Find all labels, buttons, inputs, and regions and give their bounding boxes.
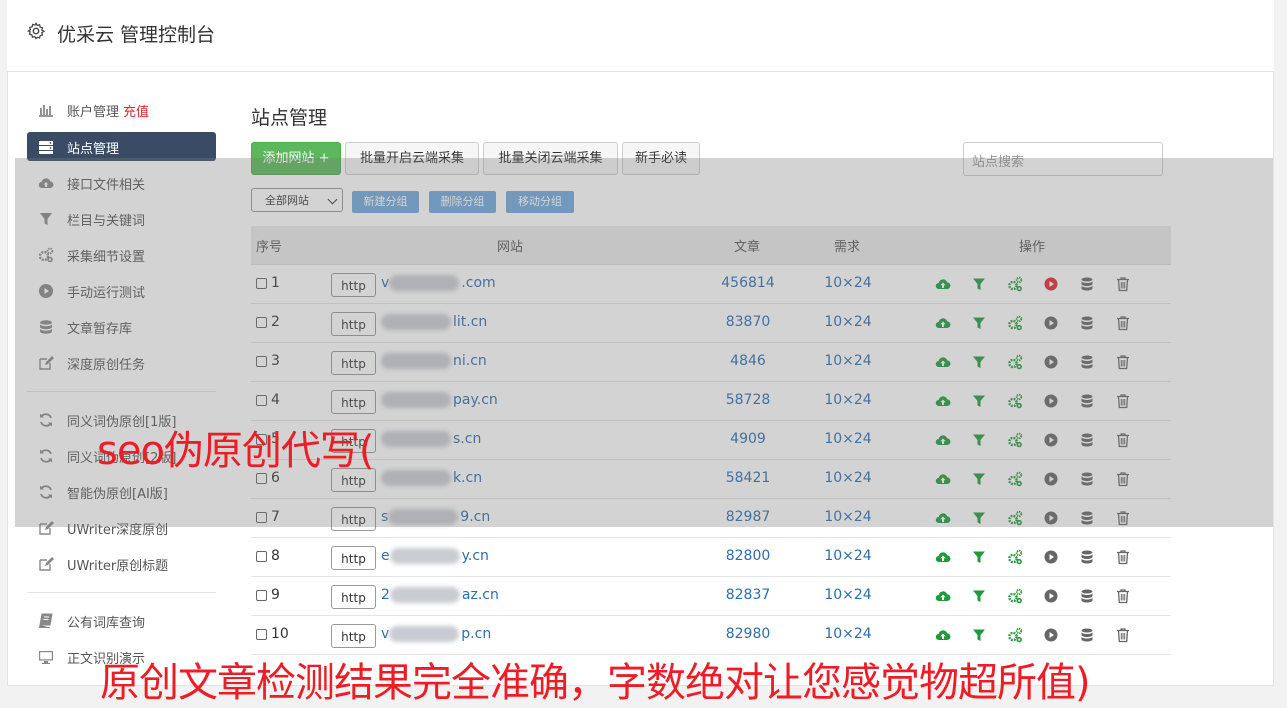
sidebar-item-public-lexicon[interactable]: 公有词库查询 xyxy=(27,606,216,635)
redacted-blur xyxy=(389,548,460,564)
filter-icon[interactable] xyxy=(971,627,987,643)
top-header: 优采云 管理控制台 xyxy=(7,0,1274,72)
article-count-link[interactable]: 82980 xyxy=(721,626,775,642)
protocol-select[interactable]: http xyxy=(331,546,376,570)
book-icon xyxy=(38,613,53,628)
cloud-upload-icon[interactable] xyxy=(935,549,951,565)
cogs-icon[interactable] xyxy=(1007,627,1023,643)
row-checkbox[interactable] xyxy=(256,629,267,640)
site-name-prefix: e xyxy=(381,548,390,564)
sidebar-item-label: 账户管理 xyxy=(67,105,120,120)
trash-icon[interactable] xyxy=(1115,588,1131,604)
cloud-upload-icon[interactable] xyxy=(935,627,951,643)
sidebar-item-label: UWriter原创标题 xyxy=(67,559,169,574)
cogs-icon[interactable] xyxy=(1007,588,1023,604)
page-title: 站点管理 xyxy=(251,107,328,129)
table-row: 9 http 2 az.cn 82837 10×24 xyxy=(251,577,1171,616)
site-link[interactable]: 2 az.cn xyxy=(381,587,499,603)
app-title: 优采云 管理控制台 xyxy=(57,24,216,46)
filter-icon[interactable] xyxy=(971,588,987,604)
demand-link[interactable]: 10×24 xyxy=(821,626,875,642)
database-icon[interactable] xyxy=(1079,549,1095,565)
monitor-icon xyxy=(39,651,53,664)
database-icon[interactable] xyxy=(1079,588,1095,604)
play-circle-icon[interactable] xyxy=(1043,627,1059,643)
sidebar-divider xyxy=(27,592,216,593)
site-link[interactable]: e y.cn xyxy=(381,548,489,564)
gear-icon xyxy=(27,22,45,40)
site-link[interactable]: v p.cn xyxy=(381,626,491,642)
row-checkbox[interactable] xyxy=(256,551,267,562)
sidebar-item-label: 公有词库查询 xyxy=(67,616,146,631)
site-name-prefix: v xyxy=(381,626,390,642)
trash-icon[interactable] xyxy=(1115,627,1131,643)
database-icon[interactable] xyxy=(1079,627,1095,643)
protocol-select[interactable]: http xyxy=(331,624,376,648)
site-name-suffix: az.cn xyxy=(461,587,499,603)
edit-icon xyxy=(39,557,54,571)
cogs-icon[interactable] xyxy=(1007,549,1023,565)
watermark-text: 原创文章检测结果完全准确，字数绝对让您感觉物超所值) xyxy=(100,660,1091,706)
play-circle-icon[interactable] xyxy=(1043,549,1059,565)
row-index: 9 xyxy=(271,587,280,603)
protocol-select[interactable]: http xyxy=(331,585,376,609)
sidebar-item-uwriter-title[interactable]: UWriter原创标题 xyxy=(27,549,216,578)
sidebar-item-account[interactable]: 账户管理 充值 xyxy=(27,95,216,124)
recharge-link[interactable]: 充值 xyxy=(123,105,149,120)
sidebar-item-site-management[interactable]: 站点管理 xyxy=(27,132,216,161)
watermark-text: seo伪原创代写( xyxy=(97,428,375,474)
redacted-blur xyxy=(389,587,460,603)
redacted-blur xyxy=(389,626,460,642)
site-name-suffix: y.cn xyxy=(461,548,489,564)
site-name-suffix: p.cn xyxy=(461,626,492,642)
article-count-link[interactable]: 82800 xyxy=(721,548,775,564)
site-name-prefix: 2 xyxy=(381,587,390,603)
article-count-link[interactable]: 82837 xyxy=(721,587,775,603)
server-icon xyxy=(39,141,53,154)
cloud-upload-icon[interactable] xyxy=(935,588,951,604)
demand-link[interactable]: 10×24 xyxy=(821,548,875,564)
trash-icon[interactable] xyxy=(1115,549,1131,565)
demand-link[interactable]: 10×24 xyxy=(821,587,875,603)
table-row: 8 http e y.cn 82800 10×24 xyxy=(251,538,1171,577)
sidebar-item-label: 站点管理 xyxy=(67,142,120,157)
filter-icon[interactable] xyxy=(971,549,987,565)
row-index: 10 xyxy=(271,626,289,642)
bar-chart-icon xyxy=(39,105,53,117)
row-checkbox[interactable] xyxy=(256,590,267,601)
play-circle-icon[interactable] xyxy=(1043,588,1059,604)
row-index: 8 xyxy=(271,548,280,564)
